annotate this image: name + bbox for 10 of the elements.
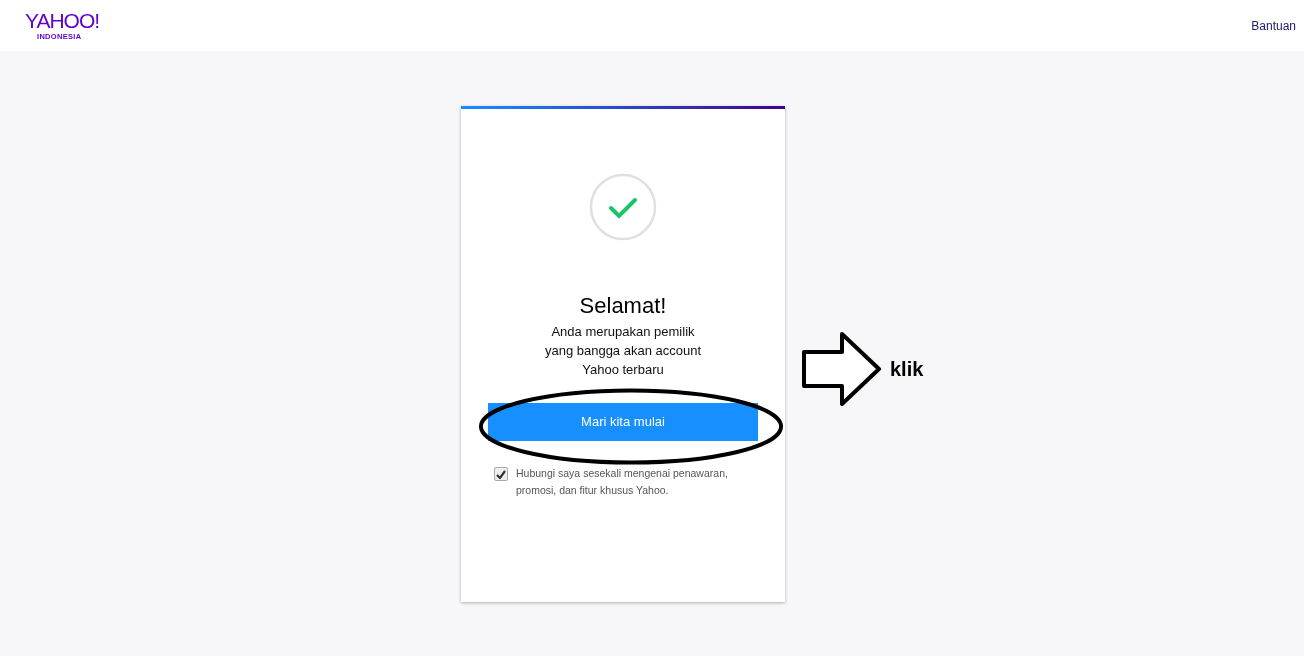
checkmark-icon [589,173,657,241]
consent-text: Hubungi saya sesekali mengenai penawaran, promosi, dan fitur khusus Yahoo. [516,466,729,498]
checkbox[interactable] [494,467,508,481]
logo: YAHOO! [25,10,100,31]
title: Selamat! [579,292,667,320]
help-link[interactable]: Bantuan [1251,17,1296,51]
message-line: yang bangga akan account [544,342,702,360]
message-line: Anda merupakan pemilik [551,323,695,341]
message-line: Yahoo terbaru [582,361,664,379]
annotation-label: klik [890,357,924,382]
